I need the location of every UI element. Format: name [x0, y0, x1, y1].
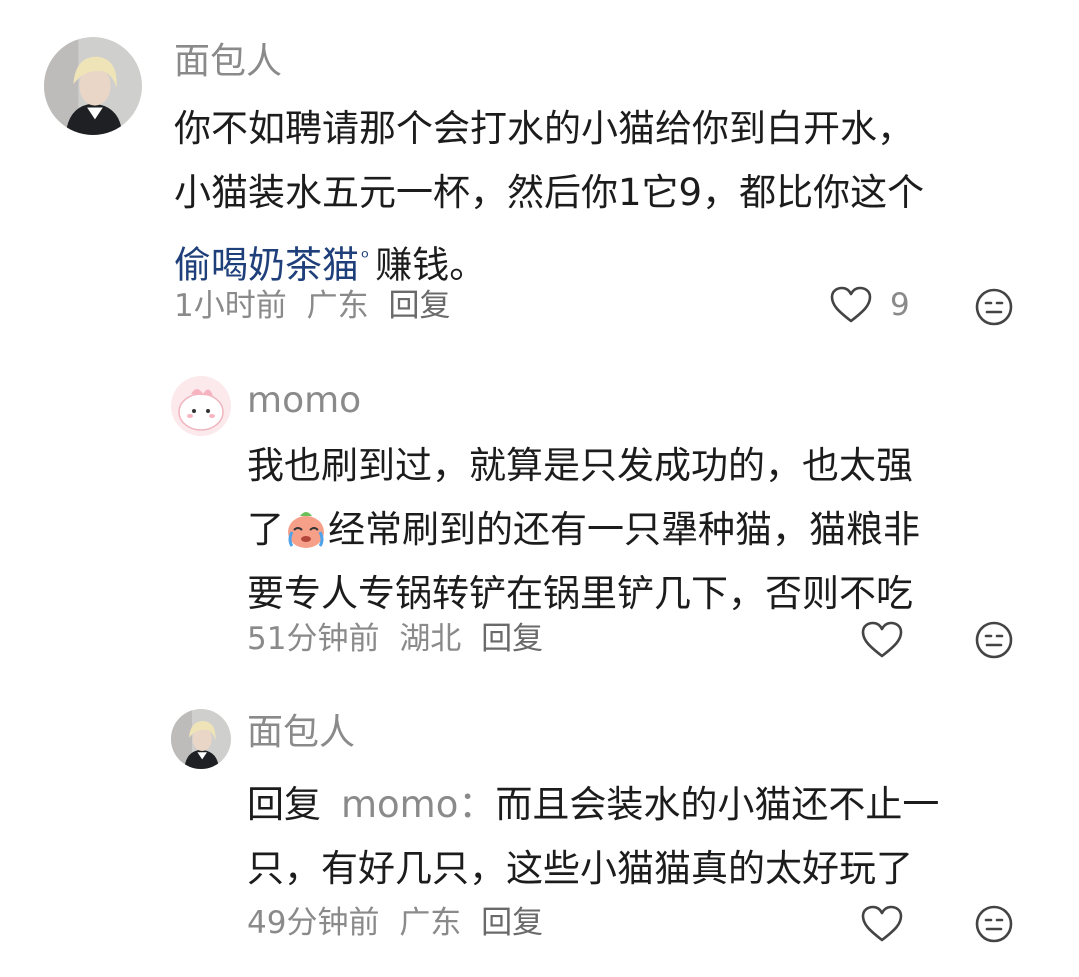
reply-target-username[interactable]: momo	[341, 783, 458, 826]
comment-text: 我也刷到过，就算是只发成功的，也太强 了 经常刷到的还有一只犟种猫，猫粮非 要专人…	[247, 434, 920, 626]
emoji-reaction-button[interactable]	[974, 904, 1014, 944]
reply-button[interactable]: 回复	[481, 621, 543, 657]
comment-location: 广东	[306, 288, 369, 324]
heart-outline-icon	[861, 905, 903, 942]
reply-button[interactable]: 回复	[481, 905, 543, 941]
search-icon[interactable]: ᵒ	[361, 245, 369, 269]
heart-outline-icon	[830, 286, 872, 323]
comment-time: 49分钟前	[247, 905, 380, 941]
comment-text: 你不如聘请那个会打水的小猫给你到白开水， 小猫装水五元一杯，然后你1它9，都比你…	[174, 97, 924, 289]
reply-button[interactable]: 回复	[388, 288, 450, 324]
avatar[interactable]	[171, 709, 231, 769]
comment-thread: 面包人 你不如聘请那个会打水的小猫给你到白开水， 小猫装水五元一杯，然后你1它9…	[0, 0, 1079, 977]
comment-line: 我也刷到过，就算是只发成功的，也太强	[247, 444, 913, 487]
comment-text: 回复 momo：而且会装水的小猫还不止一 只，有好几只，这些小猫猫真的太好玩了	[247, 773, 939, 901]
comment-line: 要专人专锅转铲在锅里铲几下，否则不吃	[247, 572, 913, 615]
reply-colon: ：	[458, 783, 496, 826]
comment-time: 1小时前	[174, 288, 287, 324]
comment-line: 回复 momo：而且会装水的小猫还不止一	[247, 773, 939, 837]
comment-username[interactable]: 面包人	[247, 715, 355, 751]
comment-line: 只，有好几只，这些小猫猫真的太好玩了	[247, 847, 913, 890]
emoji-reaction-button[interactable]	[974, 620, 1014, 660]
smiley-face-icon	[975, 621, 1013, 659]
avatar[interactable]	[44, 37, 142, 135]
like-button[interactable]	[861, 621, 903, 659]
like-button[interactable]	[861, 905, 903, 943]
comment-line: 你不如聘请那个会打水的小猫给你到白开水，	[174, 107, 914, 150]
comment-location: 湖北	[399, 621, 462, 657]
avatar[interactable]	[171, 376, 231, 436]
comment-line-rest: 赚钱。	[375, 243, 487, 287]
comment-meta: 51分钟前 湖北 回复	[247, 624, 553, 655]
like-button[interactable]: 9	[830, 286, 910, 324]
comment-location: 广东	[399, 905, 462, 941]
comment-line-rest: 经常刷到的还有一只犟种猫，猫粮非	[328, 508, 920, 551]
comment-line: 小猫装水五元一杯，然后你1它9，都比你这个	[174, 171, 925, 214]
reply-prefix: 回复	[247, 783, 321, 826]
emoji-reaction-button[interactable]	[974, 287, 1014, 327]
smiley-face-icon	[975, 288, 1013, 326]
like-count: 9	[890, 287, 910, 323]
search-keyword-link[interactable]: 偷喝奶茶猫	[174, 243, 359, 286]
comment-line: 偷喝奶茶猫 ᵒ 赚钱。	[174, 225, 924, 289]
comment-line-rest: 而且会装水的小猫还不止一	[495, 783, 940, 826]
comment-line-prefix: 了	[247, 508, 284, 551]
comment-time: 51分钟前	[247, 621, 380, 657]
comment-meta: 1小时前 广东 回复	[174, 291, 460, 322]
smiley-face-icon	[975, 905, 1013, 943]
heart-outline-icon	[861, 621, 903, 658]
comment-line: 了 经常刷到的还有一只犟种猫，猫粮非	[247, 498, 920, 562]
comment-username[interactable]: 面包人	[174, 44, 282, 80]
comment-meta: 49分钟前 广东 回复	[247, 908, 553, 939]
comment-username[interactable]: momo	[247, 383, 361, 419]
crying-emoji-icon	[284, 506, 328, 550]
